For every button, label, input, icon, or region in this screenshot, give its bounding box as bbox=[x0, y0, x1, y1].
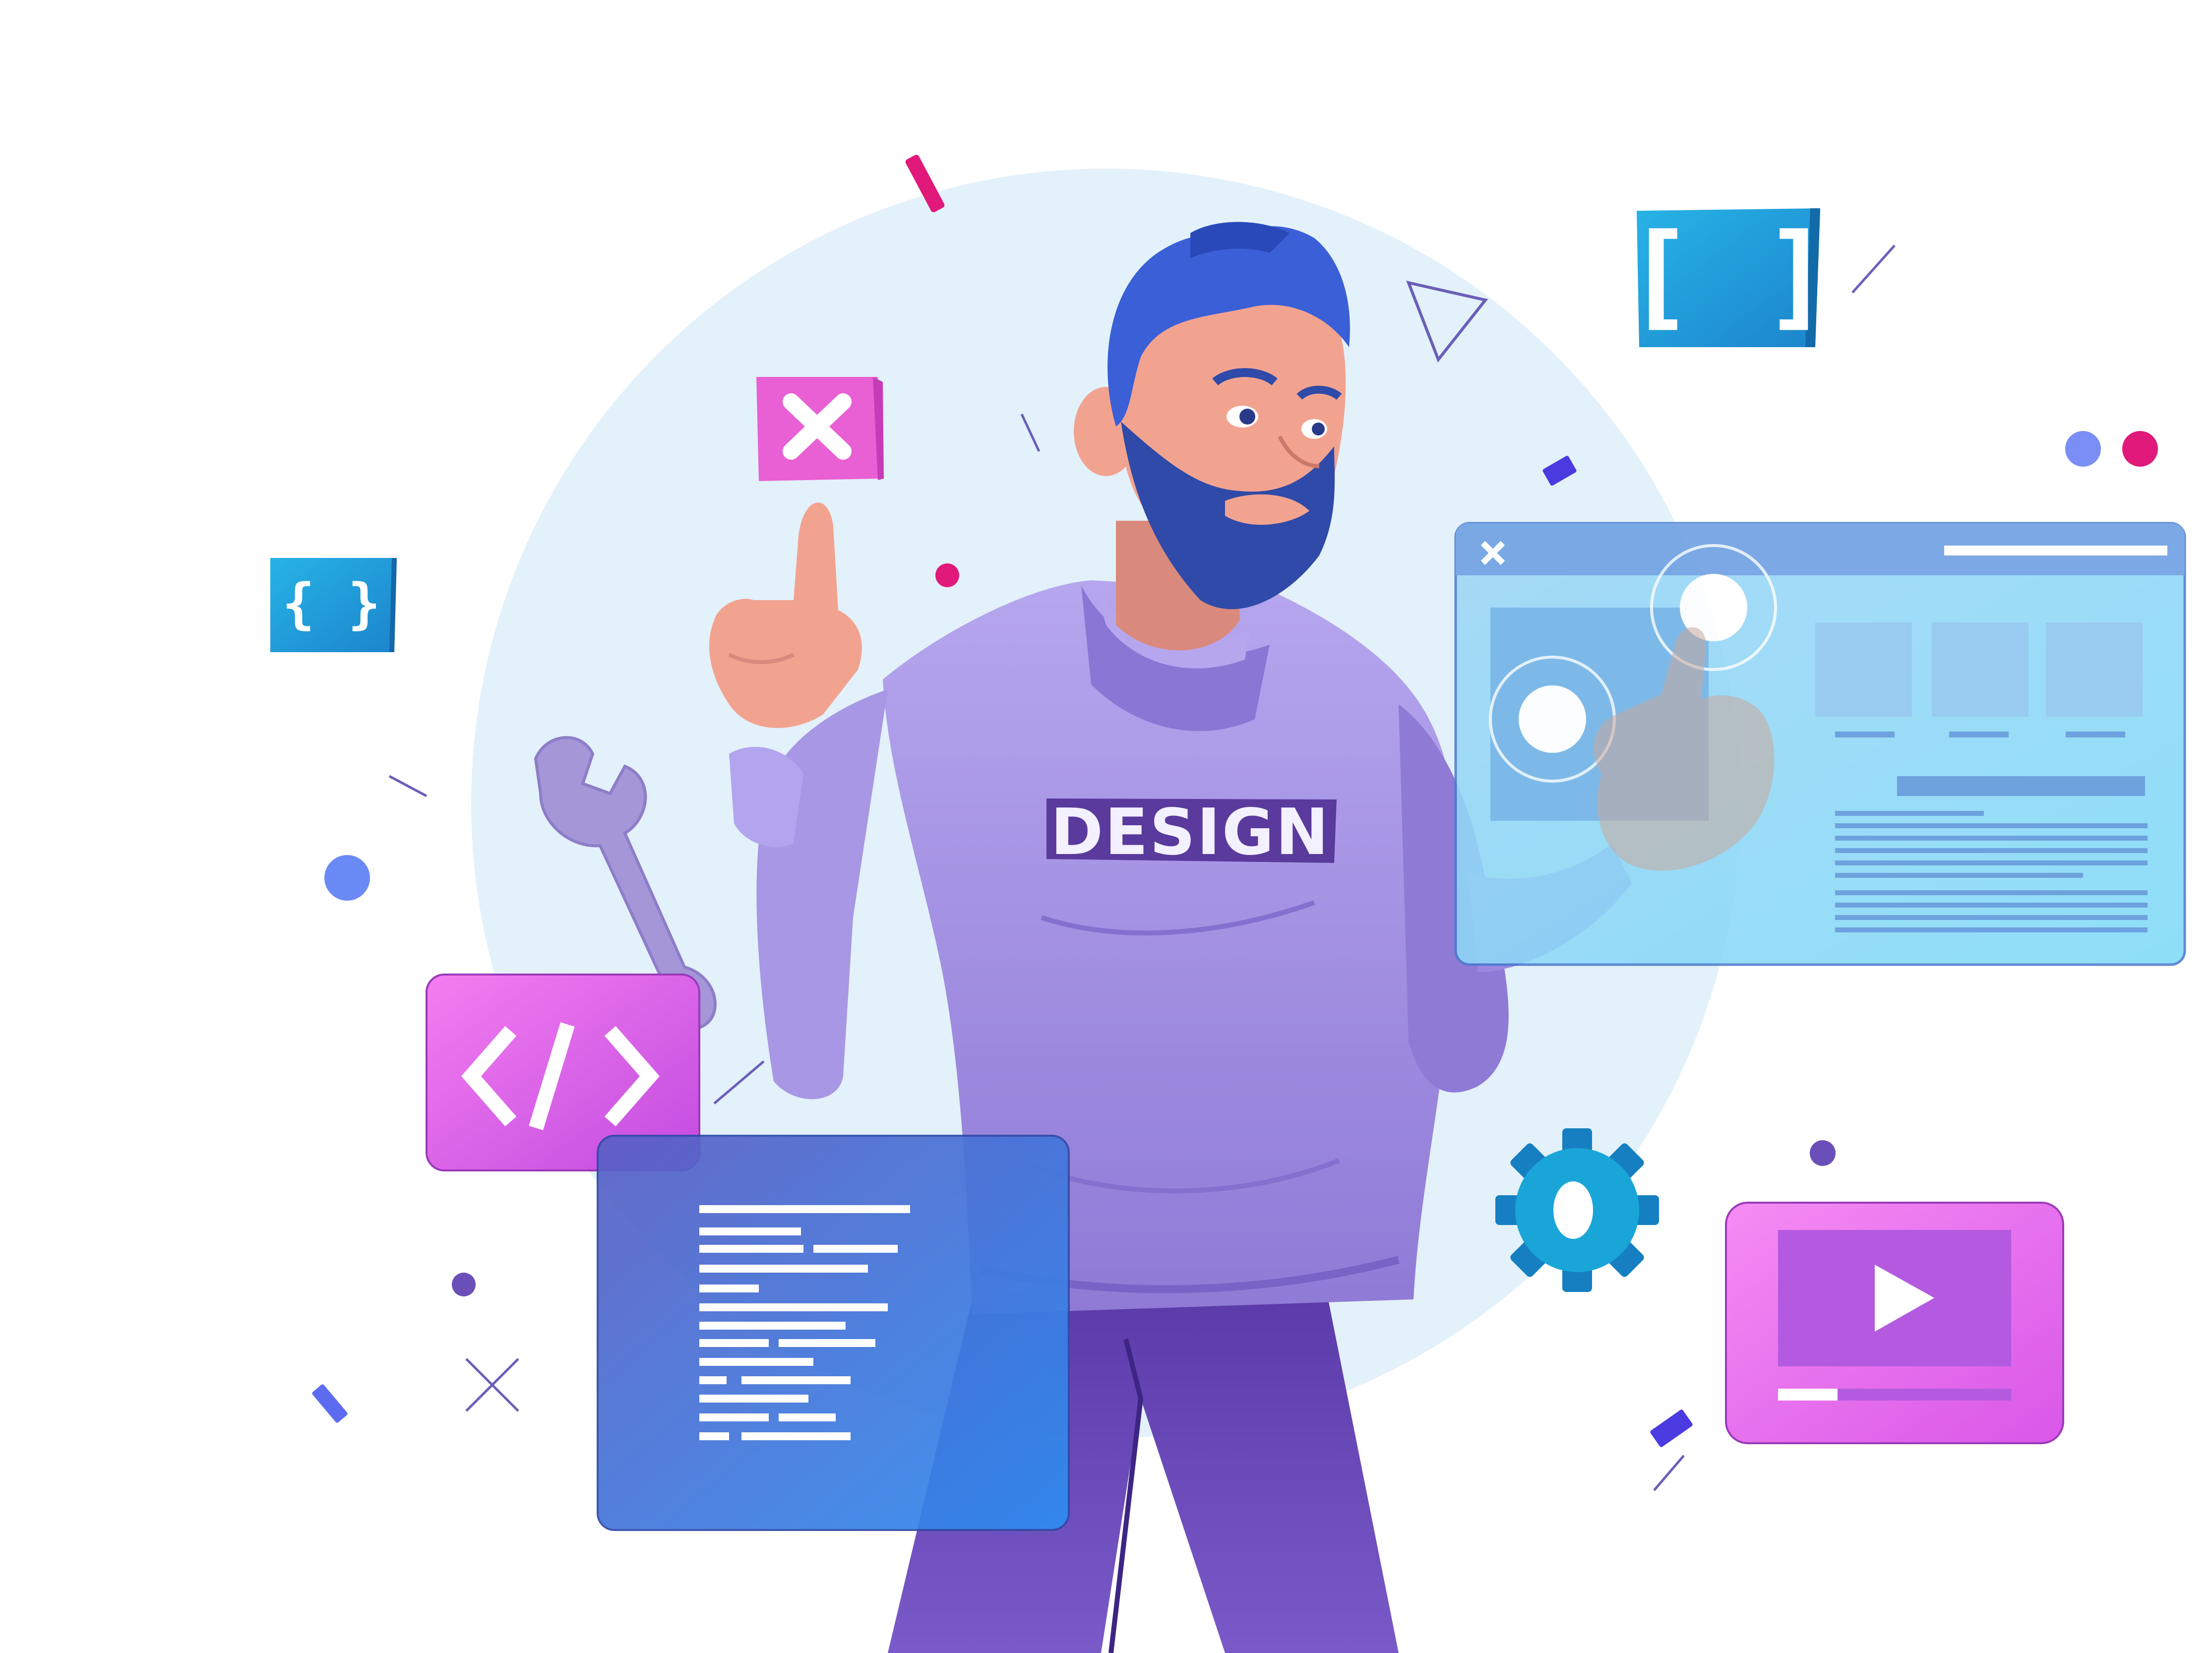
illustration-canvas: { } [ ] DESIGN bbox=[0, 0, 2212, 1653]
shirt-label: DESIGN bbox=[1046, 796, 1337, 869]
code-editor-panel[interactable] bbox=[597, 1135, 1070, 1531]
curly-braces-icon: { } bbox=[270, 558, 397, 652]
browser-card-2 bbox=[1932, 622, 2028, 717]
video-player-card[interactable] bbox=[1725, 1202, 2064, 1444]
designer-illustration: { } [ ] DESIGN bbox=[270, 155, 2186, 1653]
curly-braces-text: { } bbox=[282, 572, 381, 635]
square-brackets-icon: [ ] bbox=[1625, 208, 1832, 347]
shirt-label-text: DESIGN bbox=[1050, 796, 1330, 869]
close-card[interactable] bbox=[756, 377, 884, 481]
browser-card-3 bbox=[2046, 622, 2143, 717]
browser-window[interactable] bbox=[1454, 522, 2186, 966]
browser-card-1 bbox=[1815, 622, 1912, 717]
square-brackets-text: [ ] bbox=[1625, 210, 1831, 342]
video-progress-fill bbox=[1778, 1389, 1838, 1401]
gear-icon bbox=[1495, 1128, 1659, 1292]
